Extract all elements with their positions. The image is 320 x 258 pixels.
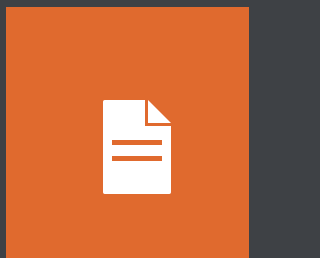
document-tile[interactable]	[6, 7, 249, 258]
document-icon	[103, 100, 171, 194]
